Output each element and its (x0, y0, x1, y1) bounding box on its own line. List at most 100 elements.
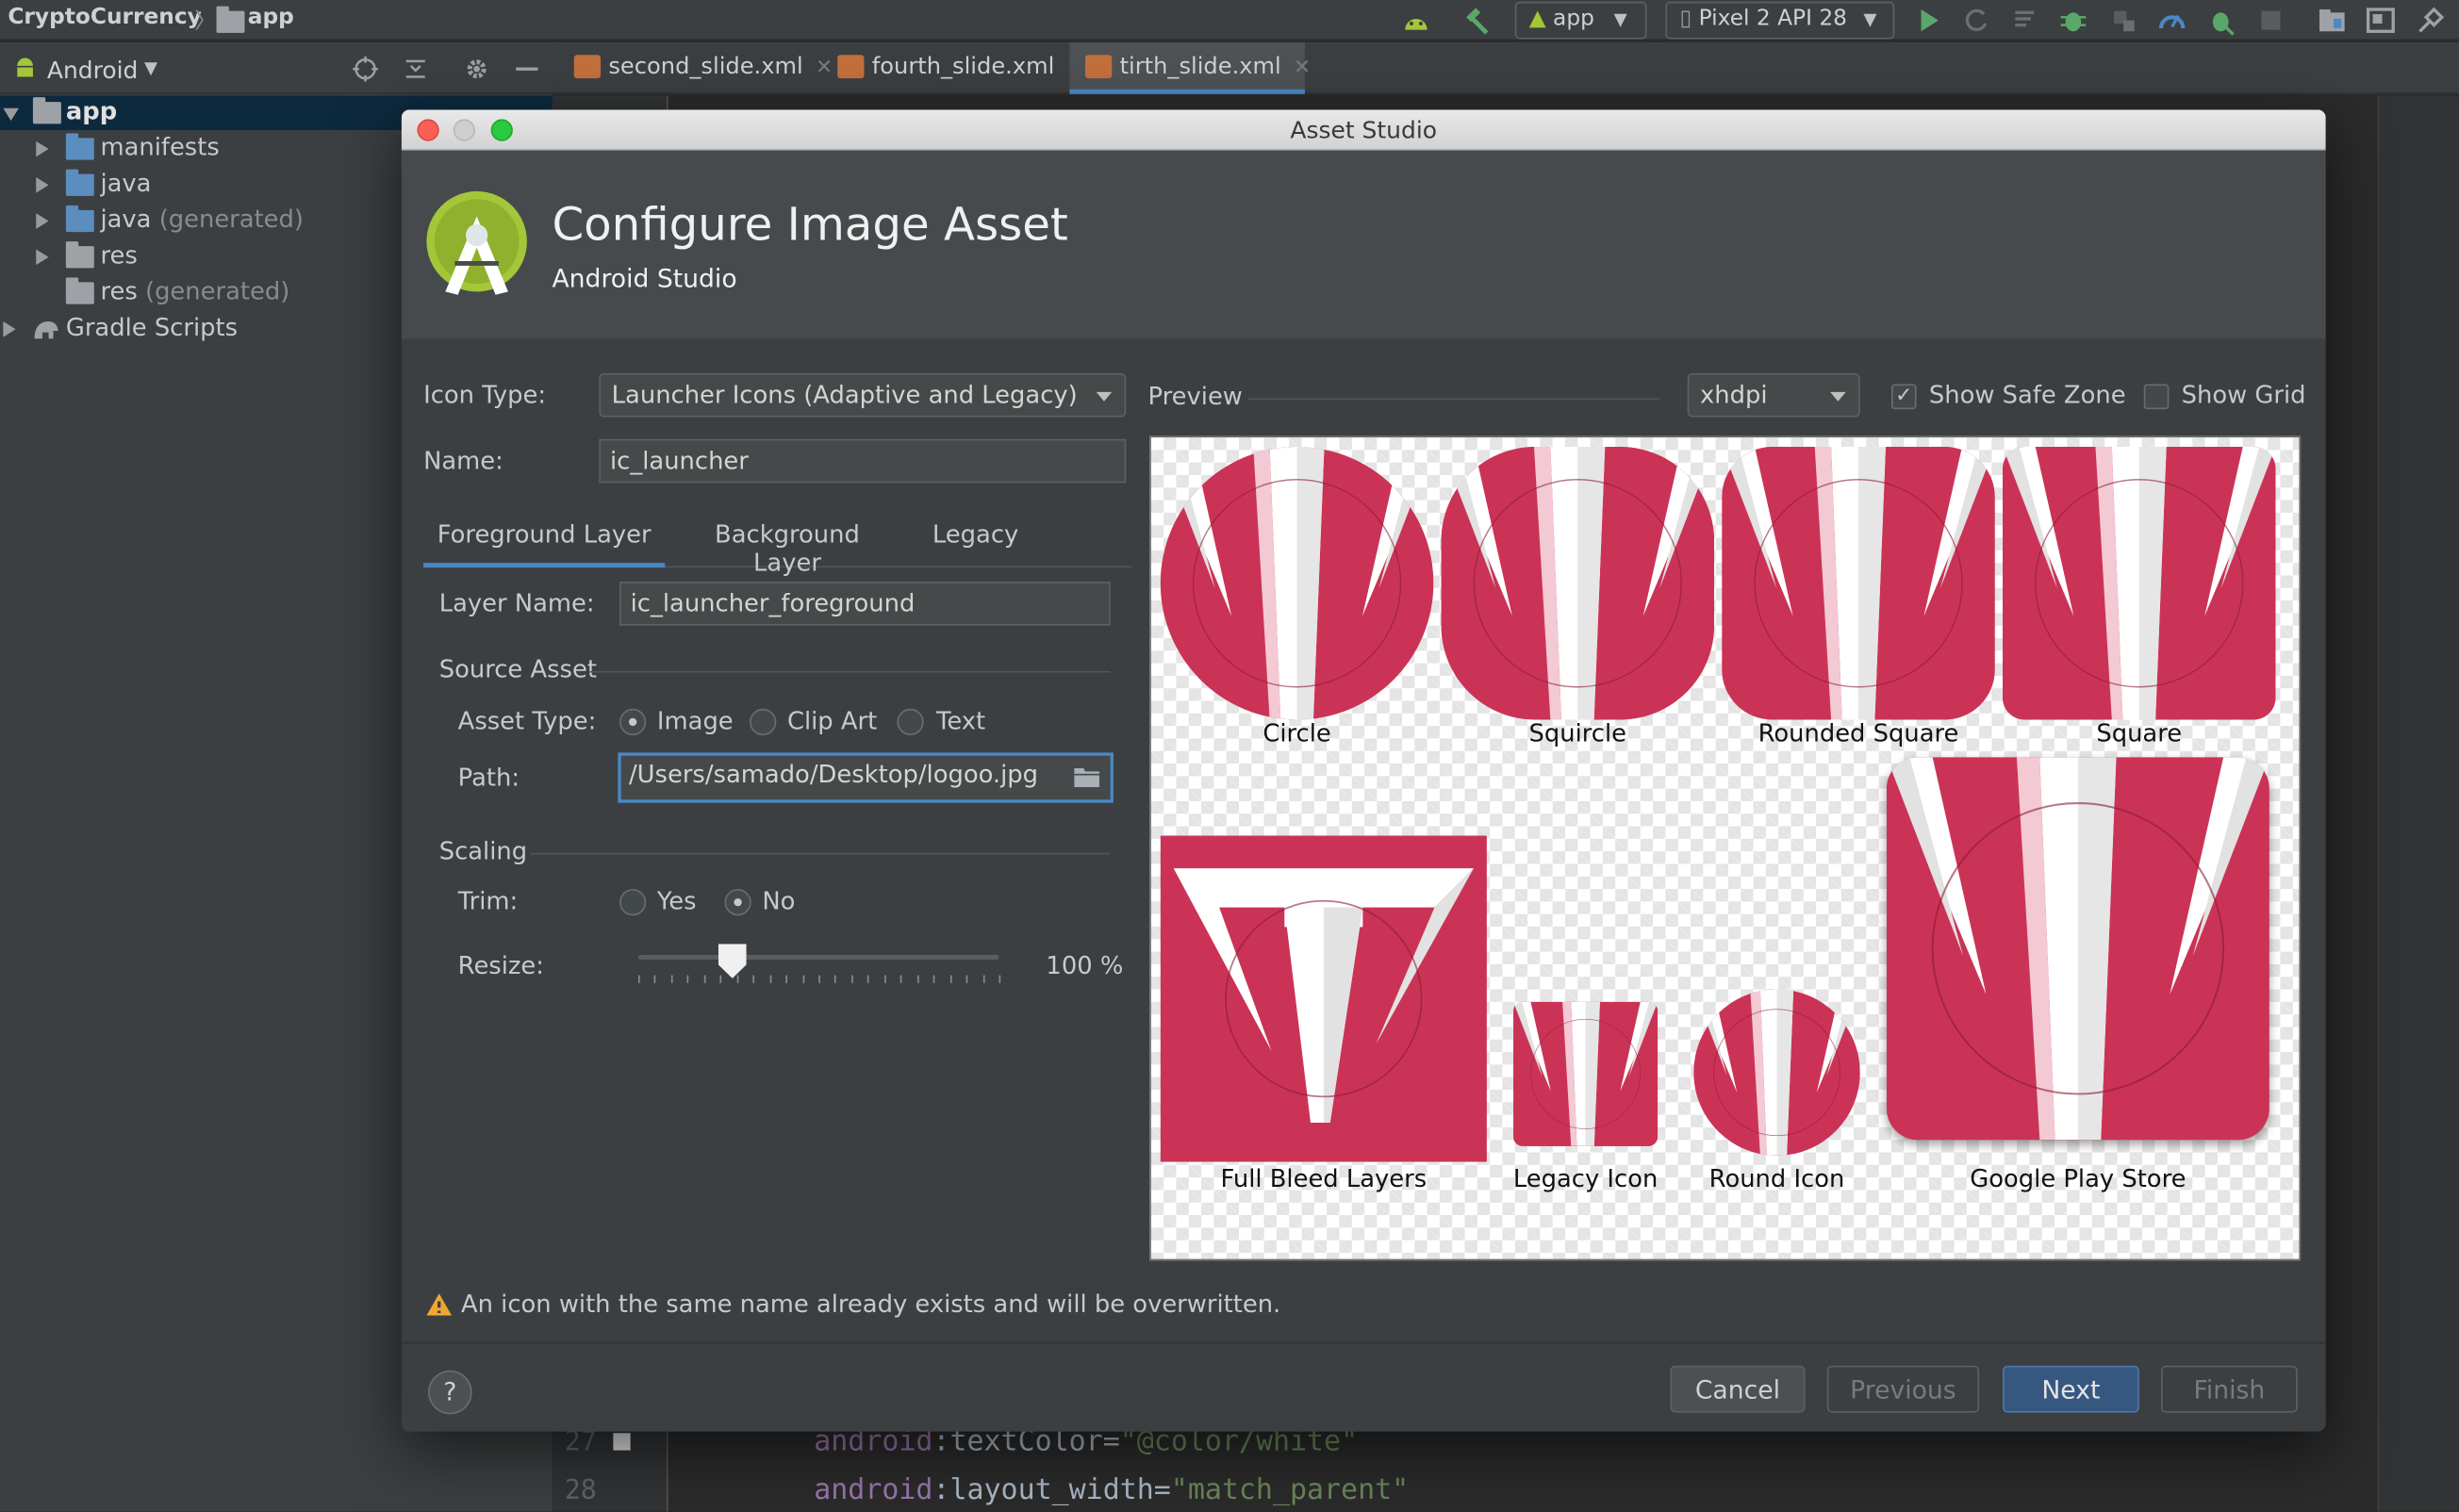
resize-slider[interactable] (637, 944, 1001, 984)
scaling-section-label: Scaling (438, 837, 528, 866)
chevron-down-icon[interactable]: ▼ (144, 58, 157, 79)
name-input[interactable]: ic_launcher (599, 438, 1127, 484)
trim-no-radio[interactable] (724, 889, 751, 916)
show-safe-zone-label[interactable]: Show Safe Zone (1929, 381, 2126, 409)
divider (1247, 398, 1659, 401)
apply-changes-icon[interactable] (1960, 5, 1991, 36)
collapse-all-icon[interactable] (402, 55, 430, 83)
preview-label-full-bleed: Full Bleed Layers (1220, 1164, 1428, 1193)
android-profiler-icon[interactable] (1400, 5, 1431, 36)
dialog-header: Configure Image Asset Android Studio (401, 150, 2326, 339)
asset-type-image-label[interactable]: Image (657, 707, 734, 735)
resize-label: Resize: (457, 951, 544, 980)
expand-arrow-icon[interactable] (3, 107, 19, 122)
ide-window: CryptoCurrency 〉 app ▲ app ▼ ▯ Pixel 2 A… (0, 0, 2459, 1512)
chevron-down-icon (1096, 391, 1113, 402)
preview-label-squircle: Squircle (1528, 719, 1627, 748)
sdk-manager-icon[interactable] (2415, 5, 2446, 36)
preview-icon-circle (1160, 447, 1434, 720)
breadcrumb-project[interactable]: CryptoCurrency (8, 5, 202, 30)
device-select[interactable]: ▯ Pixel 2 API 28 ▼ (1665, 1, 1895, 40)
asset-type-text-label[interactable]: Text (936, 707, 985, 735)
path-input[interactable]: /Users/samado/Desktop/logoo.jpg (618, 752, 1114, 803)
density-select[interactable]: xhdpi (1687, 372, 1860, 418)
expand-arrow-icon[interactable] (36, 249, 49, 266)
cancel-button[interactable]: Cancel (1670, 1365, 1806, 1413)
tree-label: manifests (100, 133, 220, 162)
expand-arrow-icon[interactable] (36, 140, 49, 157)
dialog-window-title: Asset Studio (1290, 116, 1438, 145)
trim-no-label[interactable]: No (762, 887, 795, 915)
resize-value: 100 % (1046, 951, 1124, 980)
finish-button[interactable]: Finish (2161, 1365, 2298, 1413)
project-structure-icon[interactable] (2317, 5, 2348, 36)
slider-tick (949, 975, 952, 983)
trim-label: Trim: (457, 887, 519, 916)
trim-yes-label[interactable]: Yes (657, 887, 697, 915)
slider-tick (833, 975, 836, 983)
tab-foreground-layer[interactable]: Foreground Layer (423, 508, 666, 568)
breadcrumb-separator-icon: 〉 (194, 8, 217, 35)
gear-icon[interactable] (463, 55, 491, 83)
run-config-select[interactable]: ▲ app ▼ (1514, 1, 1647, 40)
hammer-build-icon[interactable] (1461, 5, 1493, 36)
tab-legacy[interactable]: Legacy (916, 508, 1034, 567)
asset-type-image-radio[interactable] (619, 708, 647, 736)
expand-arrow-icon[interactable] (3, 320, 16, 337)
avd-manager-icon[interactable] (2365, 5, 2396, 36)
tab-fourth-slide[interactable]: fourth_slide.xml✕ (822, 42, 1084, 94)
layer-name-label: Layer Name: (438, 589, 595, 618)
preview-icon-full-bleed (1160, 835, 1487, 1162)
attach-debugger-icon[interactable] (2107, 5, 2138, 36)
show-grid-label[interactable]: Show Grid (2182, 381, 2306, 409)
close-tab-icon[interactable]: ✕ (1294, 57, 1311, 80)
preview-label-play-store: Google Play Store (1970, 1164, 2187, 1193)
expand-arrow-icon[interactable] (36, 176, 49, 193)
dialog-subtitle: Android Studio (552, 263, 737, 294)
stop-icon[interactable] (2255, 5, 2286, 36)
asset-type-clipart-radio[interactable] (750, 708, 777, 736)
locate-crosshair-icon[interactable] (352, 55, 380, 83)
show-grid-checkbox[interactable] (2143, 384, 2170, 410)
divider (589, 670, 1111, 673)
icon-type-select[interactable]: Launcher Icons (Adaptive and Legacy) (599, 372, 1127, 418)
breadcrumb-module[interactable]: app (248, 5, 294, 30)
layer-name-input[interactable]: ic_launcher_foreground (619, 582, 1111, 626)
tab-second-slide[interactable]: second_slide.xml ✕ (558, 42, 833, 94)
expand-arrow-icon[interactable] (36, 213, 49, 229)
tab-background-layer[interactable]: Background Layer (684, 508, 891, 577)
next-button[interactable]: Next (2003, 1365, 2139, 1413)
project-view-select[interactable]: Android (47, 57, 138, 85)
slider-tick (851, 975, 853, 983)
module-folder-icon (32, 97, 61, 124)
line-number: 28 (564, 1475, 597, 1507)
xml-file-icon (837, 55, 865, 79)
tree-label: Gradle Scripts (65, 313, 239, 342)
slider-tick (884, 975, 886, 983)
attach-process-icon[interactable] (2205, 5, 2236, 36)
tab-tirth-slide[interactable]: tirth_slide.xml ✕ (1069, 41, 1311, 94)
previous-button[interactable]: Previous (1826, 1365, 1980, 1413)
slider-tick (719, 975, 722, 983)
profile-icon[interactable] (2156, 5, 2187, 36)
browse-folder-icon[interactable] (1073, 765, 1101, 789)
help-button[interactable]: ? (428, 1370, 472, 1415)
minimize-panel-icon[interactable] (513, 55, 541, 83)
show-safe-zone-checkbox[interactable]: ✓ (1890, 384, 1917, 410)
slider-tick (670, 975, 673, 983)
run-icon[interactable] (1913, 5, 1944, 36)
icon-preview-canvas: Circle Squircle Rounded Square Square Fu… (1149, 436, 2302, 1261)
path-label: Path: (457, 764, 520, 792)
apply-code-changes-icon[interactable] (2010, 5, 2041, 36)
asset-type-clipart-label[interactable]: Clip Art (787, 707, 877, 735)
slider-tick (653, 975, 656, 983)
slider-thumb[interactable] (718, 944, 747, 978)
debug-icon[interactable] (2057, 5, 2088, 36)
slider-tick (703, 975, 706, 983)
preview-icon-round (1693, 989, 1860, 1156)
asset-type-text-radio[interactable] (897, 708, 924, 736)
folder-icon (65, 133, 94, 160)
trim-yes-radio[interactable] (619, 889, 647, 916)
folder-icon (216, 6, 245, 33)
tree-label-suffix: (generated) (145, 277, 290, 306)
